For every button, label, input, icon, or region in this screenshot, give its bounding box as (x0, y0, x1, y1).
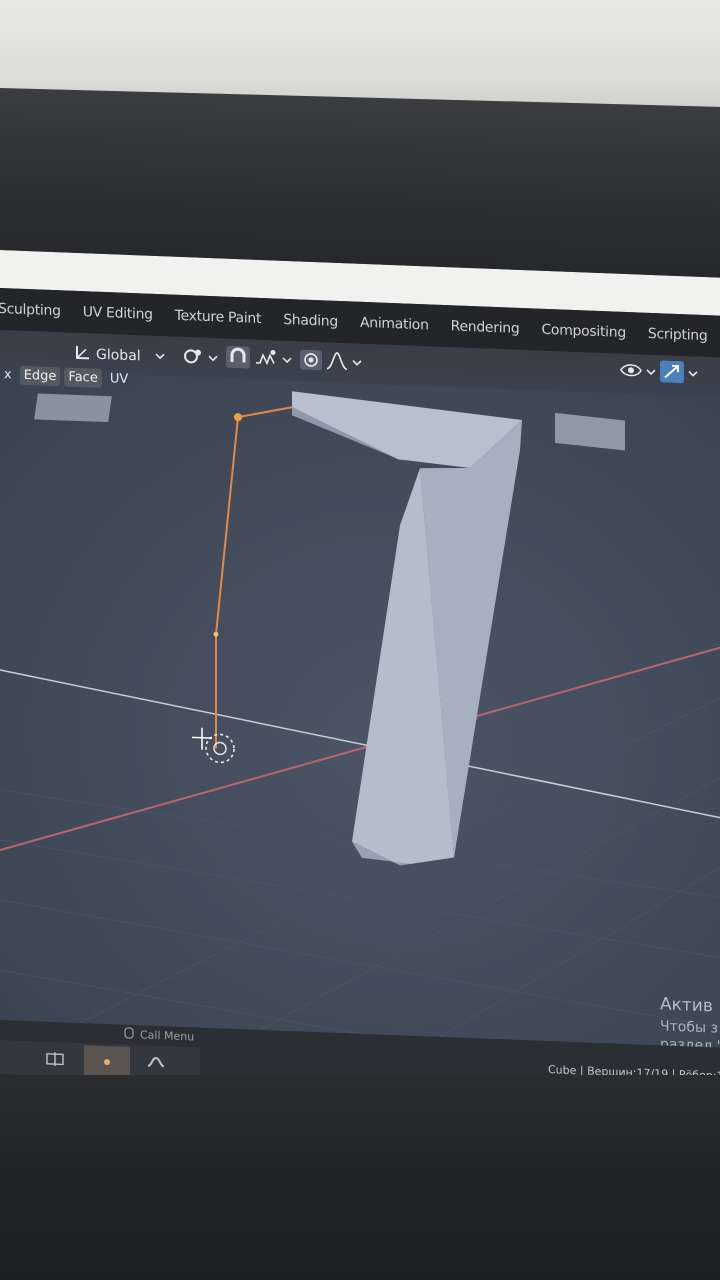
3d-cursor (192, 727, 235, 764)
chevron-down-icon (208, 351, 218, 367)
chevron-down-icon (155, 349, 165, 365)
snap-vertex-icon (254, 349, 278, 372)
monitor-bezel-bottom (0, 1075, 720, 1280)
tab-sculpting[interactable]: Sculpting (0, 301, 61, 319)
overlay-visibility-dropdown[interactable] (620, 360, 656, 385)
chevron-down-icon (646, 365, 656, 381)
eye-icon (620, 360, 642, 385)
tab-shading[interactable]: Shading (283, 312, 338, 330)
chevron-down-icon (688, 366, 698, 382)
activation-line-2: Чтобы з (660, 1018, 718, 1037)
snap-toggle[interactable] (226, 345, 250, 373)
tab-animation[interactable]: Animation (360, 315, 429, 334)
selected-edges (213, 406, 293, 749)
call-menu-label: Call Menu (140, 1028, 195, 1044)
gizmo-arrow-icon (660, 360, 684, 387)
orientation-label: Global (96, 346, 141, 365)
pivot-point-dropdown[interactable] (182, 346, 218, 371)
tab-texture-paint[interactable]: Texture Paint (175, 308, 261, 327)
proportional-icon (300, 349, 322, 375)
call-menu-hint: Call Menu (124, 1027, 194, 1045)
timeline-icon[interactable] (46, 1051, 64, 1071)
chevron-down-icon (352, 356, 362, 372)
tab-compositing[interactable]: Compositing (541, 322, 625, 341)
transform-orientation-dropdown[interactable]: Global (74, 343, 165, 368)
mouse-icon (124, 1027, 134, 1042)
floor-grid (0, 697, 720, 1048)
gizmo-toggle[interactable] (660, 360, 698, 387)
activation-title: Актив (660, 994, 713, 1017)
proportional-editing-toggle[interactable] (300, 349, 322, 375)
node-editor-icon[interactable] (146, 1054, 166, 1075)
viewport-scene (0, 391, 720, 1048)
tab-scripting[interactable]: Scripting (648, 326, 708, 344)
record-icon (100, 1054, 114, 1074)
tab-uv-editing[interactable]: UV Editing (83, 304, 153, 323)
tab-rendering[interactable]: Rendering (451, 318, 520, 337)
chevron-down-icon (282, 353, 292, 369)
blender-screen: Sculpting UV Editing Texture Paint Shadi… (0, 250, 720, 1108)
cube-mesh (292, 391, 522, 866)
snap-element-dropdown[interactable] (254, 349, 292, 372)
magnet-icon (226, 345, 250, 373)
3d-viewport[interactable]: x Edge Face UV Актив Чтобы з (0, 365, 720, 1055)
falloff-dropdown[interactable] (326, 351, 362, 376)
orientation-icon (74, 343, 92, 366)
pivot-icon (182, 346, 204, 371)
falloff-curve-icon (326, 351, 348, 376)
